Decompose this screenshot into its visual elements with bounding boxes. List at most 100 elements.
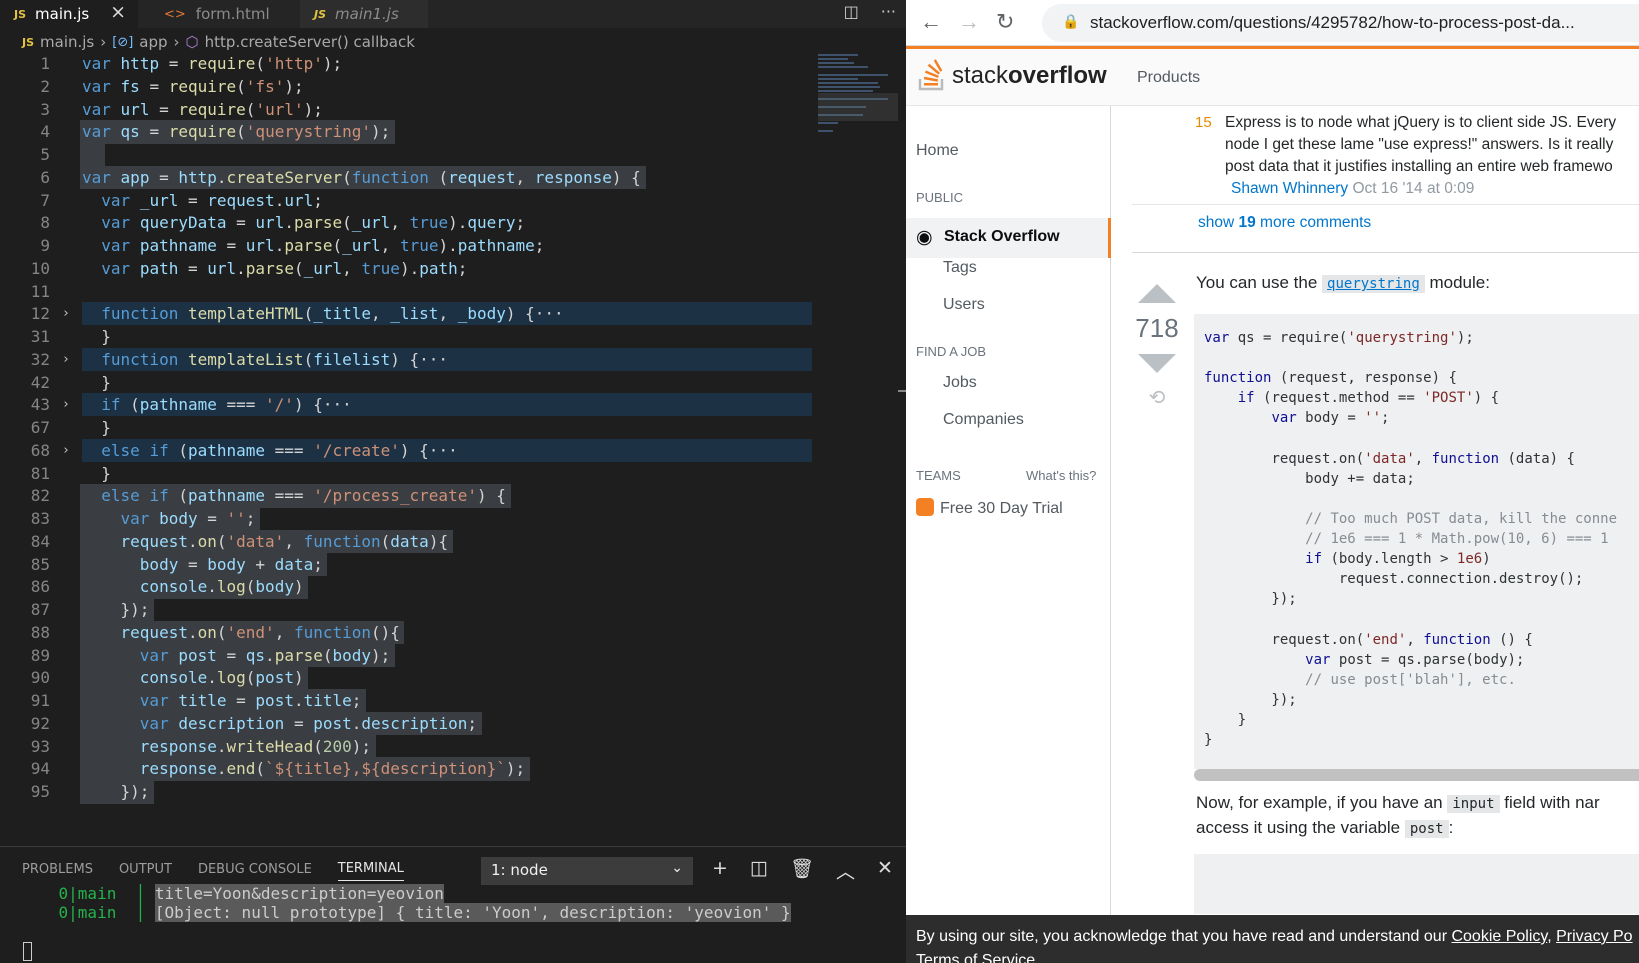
close-icon[interactable]: ×: [110, 1, 126, 23]
code-line[interactable]: 93 response.writeHead(200);: [0, 734, 906, 759]
terms-link[interactable]: Terms of Service: [916, 952, 1035, 963]
code-line[interactable]: 81 }: [0, 462, 906, 486]
code-line[interactable]: 91 var title = post.title;: [0, 689, 906, 713]
code-line[interactable]: 1 var http = require('http');: [0, 52, 906, 76]
tab-main1-js[interactable]: JS main1.js: [300, 0, 428, 28]
code-line[interactable]: 67 }: [0, 416, 906, 440]
code-line[interactable]: 6 var app = http.createServer(function (r…: [0, 165, 906, 190]
code-line[interactable]: 5: [0, 143, 906, 167]
close-icon[interactable]: ✕: [877, 857, 893, 884]
code-line[interactable]: 82 else if (pathname === '/process_creat…: [0, 484, 906, 508]
code-line[interactable]: 42 }: [0, 371, 906, 395]
code-line[interactable]: 12 › function templateHTML(_title, _list,…: [0, 302, 906, 326]
nav-stack-overflow[interactable]: ◉ Stack Overflow: [906, 218, 1111, 258]
code-line[interactable]: 89 var post = qs.parse(body);: [0, 643, 906, 668]
line-number: 86: [30, 577, 50, 597]
code-line[interactable]: 88 request.on('end', function(){: [0, 620, 906, 645]
address-bar[interactable]: 🔒 stackoverflow.com/questions/4295782/ho…: [1042, 4, 1639, 42]
line-number: 1: [40, 54, 50, 73]
line-number: 43: [30, 395, 50, 415]
line-number: 88: [30, 622, 50, 642]
browser-window: ← → ↻ 🔒 stackoverflow.com/questions/4295…: [906, 0, 1639, 963]
show-more-comments-link[interactable]: show 19 more comments: [1198, 212, 1371, 234]
code-line[interactable]: 31 }: [0, 325, 906, 349]
minimap-viewport[interactable]: [818, 93, 898, 121]
code-line[interactable]: 85 body = body + data;: [0, 552, 906, 577]
code-line[interactable]: 92 var description = post.description;: [0, 711, 906, 736]
code-line[interactable]: 10 var path = url.parse(_url, true).path…: [0, 257, 906, 281]
back-icon[interactable]: ←: [920, 9, 942, 35]
history-icon[interactable]: ⟲: [1132, 385, 1182, 410]
code-text: });: [82, 600, 150, 619]
forward-icon[interactable]: →: [958, 9, 980, 35]
products-link[interactable]: Products: [1137, 69, 1200, 87]
code-line[interactable]: 43 › if (pathname === '/') {···: [0, 393, 906, 417]
stackoverflow-logo[interactable]: stack overflow: [916, 59, 1107, 93]
code-line[interactable]: 95 });: [0, 780, 906, 804]
upvote-icon[interactable]: [1138, 284, 1176, 303]
whats-this-link[interactable]: What's this?: [1026, 468, 1096, 483]
breadcrumb-file[interactable]: main.js: [40, 33, 94, 51]
code-line[interactable]: 2 var fs = require('fs');: [0, 75, 906, 99]
inline-code-link[interactable]: querystring: [1322, 275, 1425, 293]
code-text: request.on('end', function(){: [120, 622, 400, 642]
tab-main-js[interactable]: JS main.js ×: [0, 0, 138, 28]
code-line[interactable]: 11: [0, 280, 906, 304]
code-line[interactable]: 9 var pathname = url.parse(_url, true).p…: [0, 234, 906, 258]
line-number: 3: [40, 99, 50, 119]
tab-form-html[interactable]: <> form.html: [150, 0, 280, 28]
tab-label: main.js: [35, 5, 90, 23]
vote-cell: 718 ⟲: [1132, 276, 1182, 410]
code-line[interactable]: 68 › else if (pathname === '/create') {··…: [0, 438, 906, 463]
nav-home[interactable]: Home: [916, 142, 959, 160]
breadcrumb-symbol[interactable]: app: [139, 33, 167, 51]
globe-icon: ◉: [916, 227, 933, 248]
code-line[interactable]: 86 console.log(body): [0, 575, 906, 599]
code-text: var url = require('url');: [82, 99, 323, 119]
code-scrollbar[interactable]: [1194, 769, 1639, 781]
add-icon[interactable]: +: [712, 857, 728, 884]
comment-author[interactable]: Shawn Whinnery: [1231, 180, 1348, 197]
line-number: 82: [30, 486, 50, 506]
code-line[interactable]: 83 var body = '';: [0, 507, 906, 531]
code-line[interactable]: 84 request.on('data', function(data){: [0, 529, 906, 554]
fold-chevron-icon[interactable]: ›: [62, 439, 70, 463]
cookie-policy-link[interactable]: Cookie Policy: [1451, 928, 1547, 945]
code-line[interactable]: 8 var queryData = url.parse(_url, true).…: [0, 211, 906, 235]
fold-chevron-icon[interactable]: ›: [62, 302, 70, 326]
nav-companies[interactable]: Companies: [943, 411, 1024, 429]
nav-jobs[interactable]: Jobs: [943, 374, 977, 392]
terminal-select[interactable]: 1: node ⌄: [481, 857, 693, 885]
vscode-window: JS main.js × <> form.html JS main1.js ◫ …: [0, 0, 906, 963]
code-text: var _url = request.url;: [101, 190, 323, 210]
code-line[interactable]: 3 var url = require('url');: [0, 98, 906, 122]
code-line[interactable]: 87 });: [0, 598, 906, 622]
code-line[interactable]: 32 › function templateList(filelist) {···: [0, 347, 906, 372]
fold-chevron-icon[interactable]: ›: [62, 393, 70, 417]
line-number: 5: [40, 145, 50, 164]
nav-free-trial[interactable]: Free 30 Day Trial: [916, 498, 1063, 518]
more-actions-icon[interactable]: ···: [881, 2, 896, 21]
privacy-policy-link[interactable]: Privacy Po: [1556, 928, 1632, 945]
editor-scrollbar[interactable]: [898, 390, 906, 392]
code-line[interactable]: 94 response.end(`${title},${description}…: [0, 757, 906, 781]
nav-tags[interactable]: Tags: [943, 259, 977, 277]
chevron-up-icon[interactable]: ︿: [836, 857, 855, 884]
code-text: else if (pathname === '/process_create')…: [101, 486, 506, 506]
breadcrumb-symbol[interactable]: http.createServer() callback: [205, 33, 415, 51]
reload-icon[interactable]: ↻: [996, 9, 1014, 35]
downvote-icon[interactable]: [1138, 354, 1176, 373]
trash-icon[interactable]: 🗑: [790, 857, 814, 884]
code-line[interactable]: 7 var _url = request.url;: [0, 189, 906, 213]
stack-logo-icon: [918, 59, 944, 91]
split-terminal-icon[interactable]: ◫: [750, 857, 768, 884]
code-editor[interactable]: 1 var http = require('http'); 2 var fs = re…: [0, 52, 906, 847]
fold-chevron-icon[interactable]: ›: [62, 348, 70, 372]
nav-users[interactable]: Users: [943, 296, 985, 314]
code-text: var description = post.description;: [139, 713, 477, 733]
js-file-icon: JS: [314, 7, 327, 21]
code-line[interactable]: 4 var qs = require('querystring');: [0, 120, 906, 144]
split-editor-icon[interactable]: ◫: [844, 2, 859, 21]
code-line[interactable]: 90 console.log(post): [0, 666, 906, 690]
comment-score: 15: [1195, 114, 1212, 131]
